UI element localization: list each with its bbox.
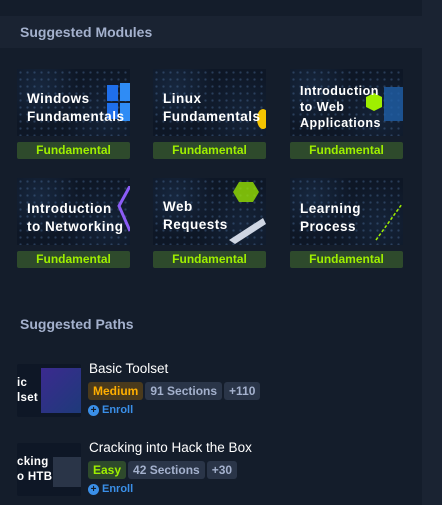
web-requests-illustration-icon (229, 182, 266, 244)
difficulty-badge: Fundamental (17, 142, 130, 159)
path-tags: Easy 42 Sections +30 (88, 461, 239, 480)
path-thumbnail[interactable]: cking o HTB (17, 443, 81, 496)
enroll-button[interactable]: + Enroll (88, 404, 133, 416)
module-title: Linux Fundamentals (163, 91, 261, 124)
path-item-basic-toolset[interactable]: ic lset Basic Toolset Medium 91 Sections +… (17, 361, 417, 419)
path-thumb-text: ic lset (17, 377, 39, 404)
module-title: Web Requests (163, 199, 228, 232)
path-title[interactable]: Basic Toolset (89, 361, 168, 376)
path-thumb-text: cking o HTB (17, 456, 53, 483)
enroll-label: Enroll (102, 483, 134, 495)
enroll-label: Enroll (102, 404, 134, 416)
difficulty-badge: Fundamental (17, 251, 130, 268)
difficulty-badge: Fundamental (290, 251, 403, 268)
module-title: Learning Process (300, 201, 362, 234)
plus-circle-icon: + (88, 404, 99, 416)
suggested-paths-heading: Suggested Paths (20, 316, 134, 332)
plus-circle-icon: + (88, 483, 99, 495)
difficulty-tag: Easy (88, 461, 127, 479)
module-thumbnail[interactable]: Learning Process (290, 178, 403, 245)
module-thumbnail[interactable]: Linux Fundamentals (153, 69, 266, 136)
toolset-illustration (41, 368, 81, 413)
htb-illustration (53, 457, 81, 487)
difficulty-badge: Fundamental (153, 142, 266, 159)
difficulty-badge: Fundamental (153, 251, 266, 268)
sections-count-tag: 42 Sections (128, 461, 205, 479)
module-thumbnail[interactable]: Introduction to Web Applications (290, 69, 403, 136)
module-title: Introduction to Networking (27, 201, 124, 234)
path-tags: Medium 91 Sections +110 (88, 382, 262, 401)
top-bar (0, 0, 422, 14)
path-thumbnail[interactable]: ic lset (17, 364, 81, 417)
enroll-button[interactable]: + Enroll (88, 483, 133, 495)
difficulty-badge: Fundamental (290, 142, 403, 159)
module-thumbnail[interactable]: Introduction to Networking (17, 178, 130, 245)
scrollbar-track[interactable] (422, 0, 442, 505)
learning-illustration-icon (375, 203, 403, 241)
module-title: Windows Fundamentals (27, 91, 125, 124)
path-item-cracking-into-htb[interactable]: cking o HTB Cracking into Hack the Box E… (17, 440, 417, 498)
sections-count-tag: 91 Sections (145, 382, 223, 400)
extra-count-tag: +110 (224, 382, 261, 400)
module-thumbnail[interactable]: Web Requests (153, 178, 266, 245)
difficulty-tag: Medium (88, 382, 144, 400)
extra-count-tag: +30 (206, 461, 238, 479)
suggested-modules-heading: Suggested Modules (20, 24, 153, 40)
path-title[interactable]: Cracking into Hack the Box (89, 440, 252, 455)
module-thumbnail[interactable]: Windows Fundamentals (17, 69, 130, 136)
module-title: Introduction to Web Applications (300, 84, 382, 130)
suggested-modules-header: Suggested Modules (0, 16, 422, 48)
